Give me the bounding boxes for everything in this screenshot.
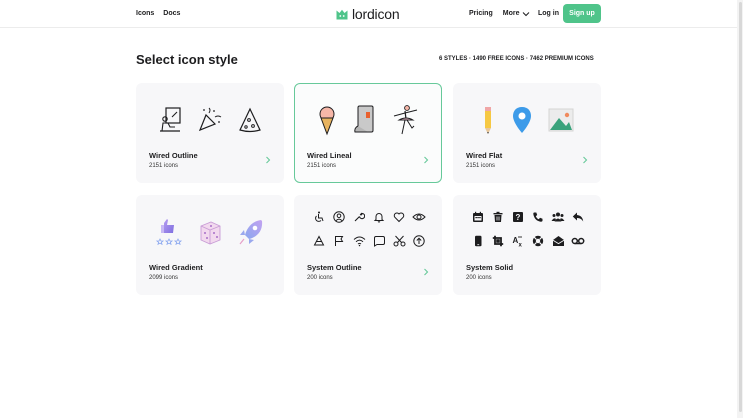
chevron-right-icon	[424, 268, 429, 276]
ice-cream-icon	[319, 106, 335, 136]
chat-bubble-icon	[369, 234, 389, 248]
crop-icon	[488, 234, 508, 248]
desk-worker-icon	[160, 107, 181, 132]
svg-text:?: ?	[516, 213, 521, 222]
smartphone-icon	[468, 234, 488, 248]
style-card-wired-gradient[interactable]: Wired Gradient 2099 icons	[136, 195, 284, 295]
chevron-right-icon	[266, 156, 271, 164]
card-title: System Outline	[307, 263, 362, 272]
card-title: Wired Outline	[149, 151, 198, 160]
preview-icons	[309, 210, 429, 248]
nav-icons-link[interactable]: Icons	[136, 10, 154, 17]
reply-arrow-icon	[568, 210, 588, 224]
group-users-icon	[548, 210, 568, 224]
crown-icon	[336, 9, 348, 19]
bell-icon	[369, 210, 389, 224]
rocket-icon	[239, 220, 263, 245]
help-square-icon: ?	[508, 210, 528, 224]
card-title: Wired Gradient	[149, 263, 203, 272]
voicemail-icon	[568, 234, 588, 248]
translate-icon: Ax	[508, 234, 528, 248]
top-nav: Icons Docs lordicon Pricing More Log in …	[0, 0, 743, 28]
thumbs-up-rating-icon	[155, 219, 183, 246]
ballerina-icon	[393, 105, 418, 135]
heart-icon	[389, 210, 409, 224]
card-count: 2099 icons	[149, 275, 179, 281]
preview-icons	[454, 102, 600, 138]
location-pin-icon	[513, 107, 531, 133]
pencil-icon	[485, 107, 491, 134]
trash-icon	[488, 210, 508, 224]
style-card-wired-lineal[interactable]: Wired Lineal 2151 icons	[294, 83, 442, 183]
style-card-wired-outline[interactable]: Wired Outline 2151 icons	[136, 83, 284, 183]
preview-icons	[137, 214, 283, 250]
card-count: 200 icons	[307, 275, 333, 281]
chevron-right-icon	[583, 156, 588, 164]
preview-icons: ? Ax	[468, 210, 588, 248]
nav-docs-link[interactable]: Docs	[163, 10, 180, 17]
signup-button[interactable]: Sign up	[563, 4, 601, 23]
card-count: 2151 icons	[466, 163, 496, 169]
style-card-system-outline[interactable]: System Outline 200 icons	[294, 195, 442, 295]
pizza-slice-icon	[239, 107, 261, 133]
style-card-wired-flat[interactable]: Wired Flat 2151 icons	[453, 83, 601, 183]
vertical-scrollbar[interactable]	[737, 0, 743, 418]
nav-left: Icons Docs	[136, 10, 180, 17]
nav-more-dropdown[interactable]: More	[503, 10, 531, 17]
page-title: Select icon style	[136, 52, 238, 67]
card-title: System Solid	[466, 263, 514, 272]
svg-text:x: x	[518, 243, 522, 248]
nav-pricing-link[interactable]: Pricing	[469, 10, 493, 17]
cake-slice-icon	[309, 234, 329, 248]
preview-icons	[295, 102, 441, 138]
wrench-icon	[349, 210, 369, 224]
icon-stats: 6 STYLES · 1490 FREE ICONS · 7462 PREMIU…	[439, 56, 594, 62]
scissors-icon	[389, 234, 409, 248]
lifebuoy-icon	[528, 234, 548, 248]
open-mail-icon	[548, 234, 568, 248]
calendar-icon	[468, 210, 488, 224]
card-count: 2151 icons	[149, 163, 179, 169]
image-icon	[548, 108, 574, 132]
chevron-right-icon	[424, 156, 429, 164]
lordicon-logo[interactable]: lordicon	[336, 6, 400, 22]
preview-icons	[137, 102, 283, 138]
nav-more-label: More	[502, 10, 520, 17]
card-title: Wired Flat	[466, 151, 503, 160]
user-circle-icon	[329, 210, 349, 224]
chevron-down-icon	[523, 11, 530, 16]
document-scroll-icon	[354, 105, 374, 133]
card-title: Wired Lineal	[307, 151, 352, 160]
login-link[interactable]: Log in	[538, 10, 559, 17]
eye-icon	[409, 210, 429, 224]
upload-circle-icon	[409, 234, 429, 248]
phone-icon	[528, 210, 548, 224]
style-card-system-solid[interactable]: ? Ax System Solid 200 icons	[453, 195, 601, 295]
wifi-icon	[349, 234, 369, 248]
nav-right: Pricing More	[469, 10, 530, 17]
card-count: 2151 icons	[307, 163, 337, 169]
flag-icon	[329, 234, 349, 248]
party-popper-icon	[198, 107, 222, 132]
wheelchair-icon	[309, 210, 329, 224]
logo-text: lordicon	[352, 6, 400, 22]
card-count: 200 icons	[466, 275, 492, 281]
scrollbar-thumb[interactable]	[739, 2, 742, 412]
dice-icon	[200, 221, 221, 245]
